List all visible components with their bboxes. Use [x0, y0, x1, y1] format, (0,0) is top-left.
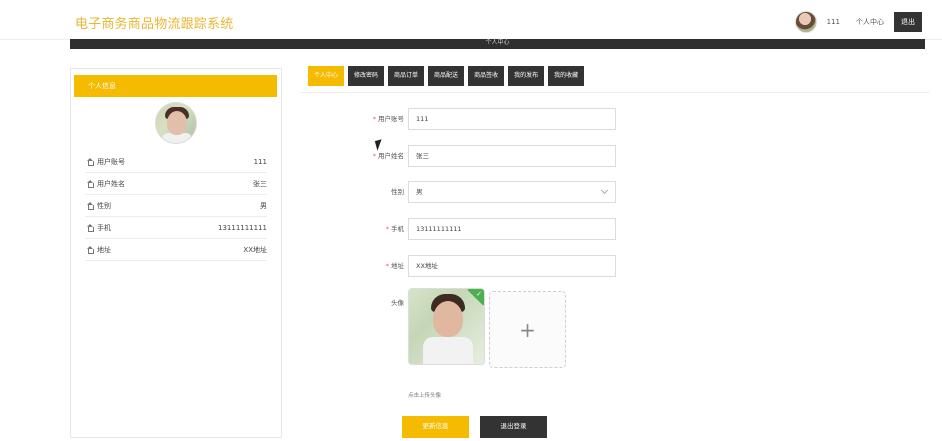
account-label-text: 用户账号	[378, 115, 404, 123]
uploaded-avatar-preview[interactable]: ✓	[408, 288, 485, 365]
profile-avatar	[155, 102, 197, 144]
account-label: * 用户账号	[330, 108, 404, 130]
required-mark: *	[372, 152, 376, 160]
info-value: XX地址	[243, 245, 267, 254]
upload-tip: 点击上传头像	[408, 393, 442, 399]
phone-label: * 手机	[330, 218, 404, 240]
info-value: 13111111111	[218, 223, 267, 232]
required-mark: *	[385, 225, 389, 233]
tab-delivery[interactable]: 商品配送	[428, 66, 465, 86]
info-label: 用户姓名	[97, 179, 125, 188]
info-label: 性别	[97, 201, 111, 210]
info-row-account: 用户账号 111	[85, 151, 267, 173]
personal-center-link[interactable]: 个人中心	[856, 17, 884, 27]
info-label: 手机	[97, 223, 111, 232]
top-avatar[interactable]	[794, 11, 817, 33]
info-label-wrap: 用户账号	[86, 157, 125, 167]
info-label: 地址	[97, 245, 111, 254]
name-input[interactable]: 张三	[408, 145, 616, 167]
info-label-wrap: 用户姓名	[86, 179, 125, 189]
profile-panel-title: 个人信息	[74, 75, 277, 97]
name-label: * 用户姓名	[330, 145, 404, 167]
check-icon: ✓	[476, 290, 482, 298]
update-info-button[interactable]: 更新信息	[402, 416, 469, 438]
name-label-text: 用户姓名	[378, 152, 404, 160]
tab-change-password[interactable]: 修改密码	[348, 66, 385, 86]
preview-shirt	[423, 337, 473, 364]
info-row-phone: 手机 13111111111	[85, 217, 267, 239]
profile-panel: 个人信息 用户账号 111 用户姓名 张三 性别 男 手机 1311111111…	[70, 68, 282, 438]
tab-personal-center[interactable]: 个人中心	[308, 66, 345, 86]
home-icon	[86, 245, 94, 254]
logout-top-button[interactable]: 退出	[894, 12, 922, 32]
home-icon	[86, 223, 94, 232]
form-row-name: * 用户姓名 张三	[330, 145, 630, 167]
avatar-face	[167, 111, 187, 135]
gender-selected-value: 男	[416, 188, 423, 196]
required-mark: *	[372, 115, 376, 123]
account-input[interactable]: 111	[408, 108, 616, 130]
upload-add-button[interactable]: +	[489, 291, 566, 368]
mouse-cursor-icon	[374, 139, 385, 151]
address-label-text: 地址	[391, 262, 404, 270]
preview-face	[433, 301, 463, 337]
info-row-name: 用户姓名 张三	[85, 173, 267, 195]
profile-info-list: 用户账号 111 用户姓名 张三 性别 男 手机 13111111111 地址 …	[85, 151, 267, 261]
tab-orders[interactable]: 商品订单	[388, 66, 425, 86]
info-row-gender: 性别 男	[85, 195, 267, 217]
phone-input[interactable]: 13111111111	[408, 218, 616, 240]
info-value: 男	[260, 201, 267, 210]
avatar-label: 头像	[391, 299, 404, 307]
home-icon	[86, 201, 94, 210]
gender-select[interactable]: 男	[408, 181, 616, 203]
required-mark: *	[385, 262, 389, 270]
top-right-area: 111 个人中心 退出	[794, 10, 922, 34]
tab-my-posts[interactable]: 我的发布	[508, 66, 545, 86]
home-icon	[86, 157, 94, 166]
site-title: 电子商务商品物流跟踪系统	[75, 17, 234, 32]
address-input[interactable]: XX地址	[408, 255, 616, 277]
tabs-divider	[300, 92, 930, 93]
info-label: 用户账号	[97, 157, 125, 166]
gender-label: 性别	[391, 188, 404, 196]
chevron-down-icon	[600, 186, 609, 195]
profile-tabs: 个人中心 修改密码 商品订单 商品配送 商品签收 我的发布 我的收藏	[308, 66, 585, 86]
info-label-wrap: 地址	[86, 245, 111, 255]
form-row-address: * 地址 XX地址	[330, 255, 630, 277]
page-banner: 个人中心	[70, 39, 925, 49]
tab-my-favorites[interactable]: 我的收藏	[548, 66, 585, 86]
plus-icon: +	[519, 317, 536, 342]
top-username: 111	[826, 18, 840, 26]
info-value: 111	[253, 157, 267, 166]
address-label: * 地址	[330, 255, 404, 277]
info-row-address: 地址 XX地址	[85, 239, 267, 261]
form-row-phone: * 手机 13111111111	[330, 218, 630, 240]
top-bar: 电子商务商品物流跟踪系统 111 个人中心 退出	[0, 0, 942, 40]
home-icon	[86, 179, 94, 188]
form-row-gender: 性别 男	[330, 181, 630, 203]
form-row-account: * 用户账号 111	[330, 108, 630, 130]
info-value: 张三	[253, 179, 267, 188]
info-label-wrap: 手机	[86, 223, 111, 233]
info-label-wrap: 性别	[86, 201, 111, 211]
logout-button[interactable]: 退出登录	[480, 416, 547, 438]
page-banner-title: 个人中心	[485, 39, 510, 46]
tab-receipt[interactable]: 商品签收	[468, 66, 505, 86]
phone-label-text: 手机	[391, 225, 404, 233]
